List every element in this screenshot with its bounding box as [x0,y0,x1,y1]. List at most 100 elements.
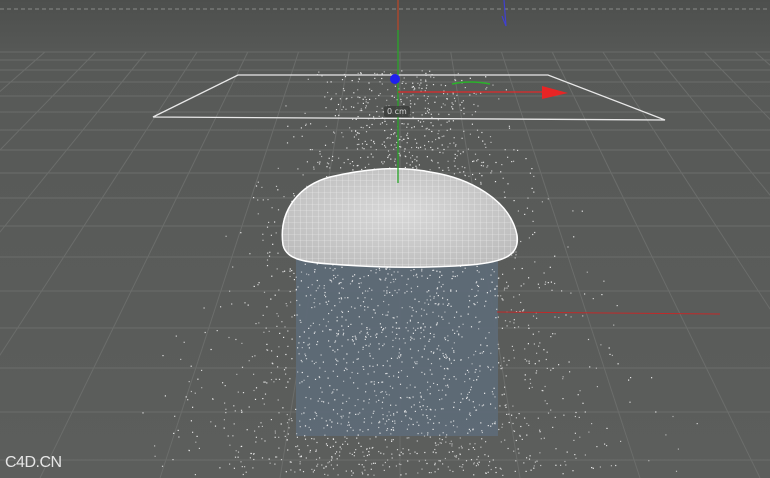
particle [388,418,390,421]
particle [301,413,303,415]
particle [319,161,321,163]
particle [513,357,515,359]
particle [572,210,574,212]
particle [476,270,478,272]
particle [436,270,438,272]
particle [332,468,335,470]
particle [395,465,397,467]
particle [390,134,392,136]
particle [409,100,411,102]
particle [242,473,244,476]
particle [558,364,560,366]
particle [446,367,448,369]
particle [314,378,317,380]
particle [383,300,385,303]
particle [177,429,179,431]
particle [426,291,428,293]
particle [480,422,482,424]
particle [321,391,323,393]
particle [471,123,473,125]
particle [447,304,449,306]
particle [318,71,320,73]
particle [450,305,452,307]
particle [276,355,278,358]
particle [460,445,462,447]
particle [378,267,380,270]
particle [386,360,388,362]
particle [419,337,422,340]
particle [421,432,423,434]
particle [444,104,446,106]
particle [366,124,368,127]
particle [351,96,353,99]
particle [335,358,337,360]
particle [438,422,440,424]
particle [329,346,331,348]
particle [489,154,491,156]
particle [375,272,377,274]
3d-viewport[interactable]: 0 cm C4D.CN [0,0,770,478]
particle [404,342,406,344]
particle [513,296,515,298]
viewport-canvas[interactable] [0,0,770,478]
particle [257,199,259,201]
particle [431,130,433,133]
particle [428,290,430,292]
particle [348,397,350,399]
particle [439,460,441,462]
particle [369,438,371,440]
particle [304,353,306,355]
particle [327,377,329,379]
particle [337,333,339,336]
particle [201,387,203,389]
particle [299,420,301,422]
particle [420,82,422,84]
particle [297,286,299,288]
particle [414,329,417,331]
particle [236,373,238,375]
particle [372,412,374,414]
particle [512,405,514,407]
particle [547,282,549,284]
particle [426,462,428,465]
particle [298,449,300,451]
particle [478,271,480,273]
particle [492,84,494,86]
particle [334,399,336,401]
particle [469,300,471,302]
particle [414,138,416,140]
particle [501,164,503,166]
particle [467,148,469,150]
particle [468,175,470,177]
particle [411,161,413,163]
particle [297,168,299,170]
particle [343,332,345,334]
particle [303,341,305,344]
particle [490,425,492,427]
particle [300,280,302,282]
cube-object[interactable] [296,258,498,436]
particle [350,323,352,325]
particle [533,343,535,345]
particle [478,136,480,138]
particle [456,426,458,428]
particle [462,469,464,471]
watermark-logo: C4D.CN [5,454,62,471]
particle [300,321,302,323]
particle [405,156,407,158]
particle [447,340,449,342]
axis-pivot-icon[interactable] [390,74,400,84]
particle [380,452,382,454]
particle [229,444,231,446]
particle [283,369,286,371]
particle [364,166,366,168]
particle [501,327,503,329]
particle [413,268,415,271]
particle [371,123,373,126]
particle [519,434,521,436]
particle [528,424,530,426]
particle [330,98,332,101]
particle [314,269,316,271]
particle [329,279,331,281]
particle [254,430,256,432]
